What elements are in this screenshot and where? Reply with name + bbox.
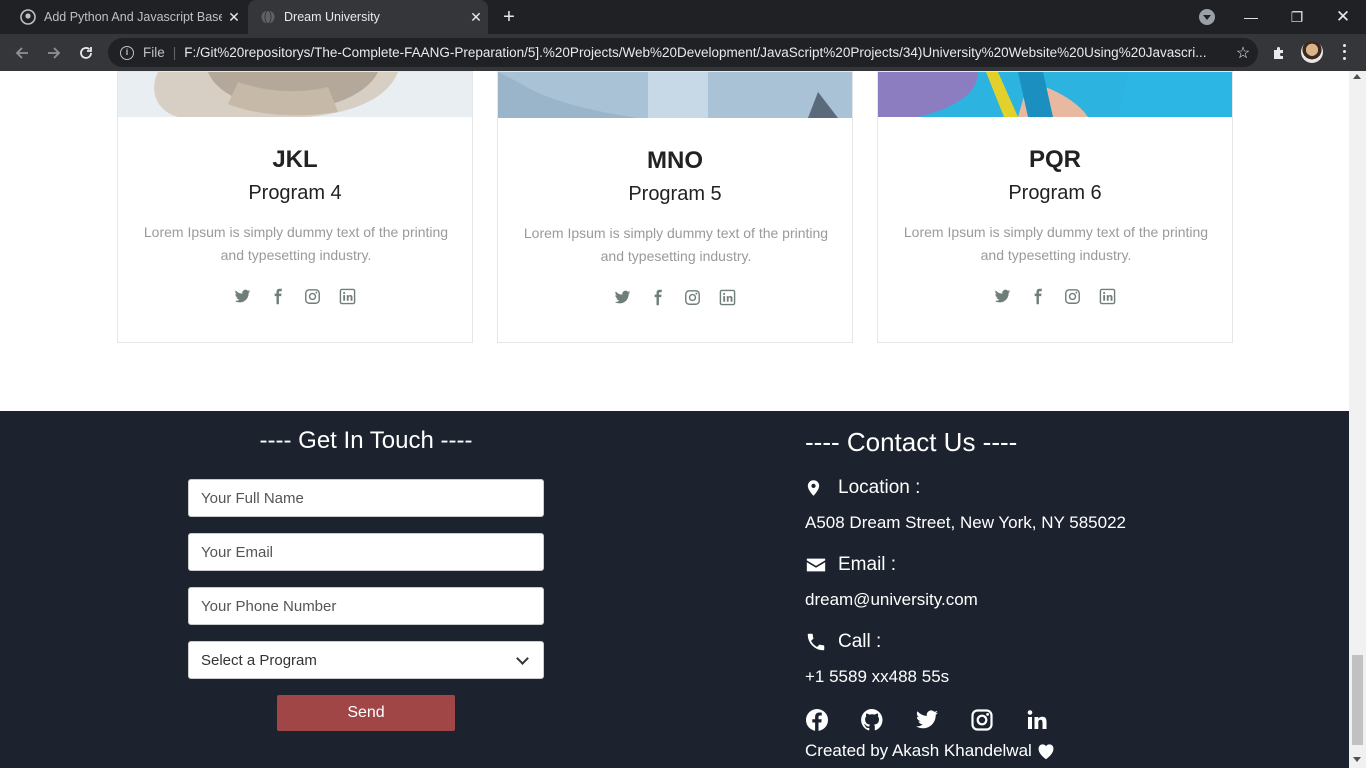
close-icon[interactable]: ✕	[464, 9, 488, 26]
url-scheme-label: File	[143, 45, 165, 60]
program-card: PQR Program 6 Lorem Ipsum is simply dumm…	[877, 71, 1233, 343]
profile-avatar[interactable]	[1301, 41, 1323, 63]
program-description: Lorem Ipsum is simply dummy text of the …	[523, 225, 829, 264]
tab-strip: Add Python And Javascript Based ✕ Dream …	[0, 0, 1366, 34]
social-links	[498, 289, 852, 306]
footer-social-links	[805, 708, 1049, 732]
url-separator: |	[172, 45, 177, 60]
twitter-icon[interactable]	[994, 288, 1011, 305]
get-in-touch-title: ---- Get In Touch ----	[259, 427, 473, 454]
program-card: JKL Program 4 Lorem Ipsum is simply dumm…	[117, 71, 473, 343]
email-label: Email :	[805, 554, 896, 576]
phone-icon	[805, 631, 827, 653]
site-footer: ---- Get In Touch ---- Select a Program …	[0, 411, 1349, 768]
heart-icon	[1036, 742, 1056, 760]
globe-icon	[261, 10, 275, 24]
send-button[interactable]: Send	[277, 695, 455, 731]
location-value: A508 Dream Street, New York, NY 585022	[805, 513, 1126, 532]
bookmark-star-icon[interactable]: ☆	[1228, 43, 1258, 63]
program-description: Lorem Ipsum is simply dummy text of the …	[903, 224, 1209, 263]
scroll-down-arrow-icon[interactable]	[1353, 757, 1361, 762]
linkedin-icon[interactable]	[339, 288, 356, 305]
email-input[interactable]	[188, 533, 544, 571]
social-links	[118, 288, 472, 305]
info-icon[interactable]: i	[120, 45, 134, 60]
scroll-up-arrow-icon[interactable]	[1353, 74, 1361, 79]
linkedin-icon[interactable]	[1099, 288, 1116, 305]
reload-icon[interactable]	[73, 40, 99, 66]
tab-title: Add Python And Javascript Based	[44, 10, 222, 24]
program-name: PQR	[1028, 146, 1081, 173]
linkedin-icon[interactable]	[1025, 708, 1049, 732]
program-title: Program 5	[628, 183, 722, 205]
chevron-down-icon	[516, 652, 529, 665]
tab-title: Dream University	[284, 10, 380, 24]
full-name-input[interactable]	[188, 479, 544, 517]
program-card: MNO Program 5 Lorem Ipsum is simply dumm…	[497, 71, 853, 343]
program-name: MNO	[647, 147, 703, 174]
program-photo	[878, 72, 1232, 117]
github-icon	[20, 9, 36, 25]
social-links	[878, 288, 1232, 305]
address-bar[interactable]: i File | F:/Git%20repositorys/The-Comple…	[108, 38, 1258, 67]
facebook-icon[interactable]	[649, 289, 666, 306]
credit-line: Created by Akash Khandelwal	[805, 741, 1056, 761]
contact-us-title: ---- Contact Us ----	[805, 427, 1018, 457]
program-description: Lorem Ipsum is simply dummy text of the …	[143, 224, 449, 263]
instagram-icon[interactable]	[970, 708, 994, 732]
envelope-icon	[805, 554, 827, 576]
restore-icon[interactable]: ❐	[1274, 0, 1320, 34]
facebook-icon[interactable]	[1029, 288, 1046, 305]
page-viewport: JKL Program 4 Lorem Ipsum is simply dumm…	[0, 71, 1349, 768]
scrollbar-thumb[interactable]	[1352, 655, 1363, 745]
program-title: Program 6	[1008, 182, 1102, 204]
extensions-icon[interactable]	[1268, 42, 1290, 64]
back-icon[interactable]	[9, 40, 35, 66]
instagram-icon[interactable]	[1064, 288, 1081, 305]
tab-search-icon[interactable]	[1199, 9, 1215, 25]
minimize-icon[interactable]: —	[1228, 0, 1274, 34]
linkedin-icon[interactable]	[719, 289, 736, 306]
facebook-icon[interactable]	[269, 288, 286, 305]
instagram-icon[interactable]	[684, 289, 701, 306]
forward-icon[interactable]	[41, 40, 67, 66]
email-value: dream@university.com	[805, 590, 978, 609]
facebook-icon[interactable]	[805, 708, 829, 732]
location-label: Location :	[805, 477, 920, 499]
program-title: Program 4	[248, 182, 342, 204]
credit-text: Created by Akash Khandelwal	[805, 741, 1032, 760]
twitter-icon[interactable]	[234, 288, 251, 305]
tab-github[interactable]: Add Python And Javascript Based ✕	[8, 0, 246, 34]
twitter-icon[interactable]	[915, 708, 939, 732]
program-photo	[118, 72, 472, 117]
phone-input[interactable]	[188, 587, 544, 625]
github-icon[interactable]	[860, 708, 884, 732]
map-marker-icon	[805, 477, 827, 499]
instagram-icon[interactable]	[304, 288, 321, 305]
call-value: +1 5589 xx488 55s	[805, 667, 950, 686]
browser-menu-icon[interactable]	[1338, 42, 1350, 62]
new-tab-icon[interactable]: +	[498, 6, 520, 28]
url-text[interactable]: F:/Git%20repositorys/The-Complete-FAANG-…	[184, 45, 1228, 60]
close-icon[interactable]: ✕	[222, 9, 246, 26]
window-close-icon[interactable]: ✕	[1320, 0, 1366, 34]
program-select[interactable]: Select a Program	[188, 641, 544, 679]
program-name: JKL	[272, 146, 318, 173]
twitter-icon[interactable]	[614, 289, 631, 306]
program-select-value: Select a Program	[201, 651, 317, 669]
call-label: Call :	[805, 631, 881, 653]
program-photo	[498, 72, 852, 118]
tab-dream-university[interactable]: Dream University ✕	[248, 0, 488, 34]
browser-toolbar: i File | F:/Git%20repositorys/The-Comple…	[0, 34, 1366, 71]
